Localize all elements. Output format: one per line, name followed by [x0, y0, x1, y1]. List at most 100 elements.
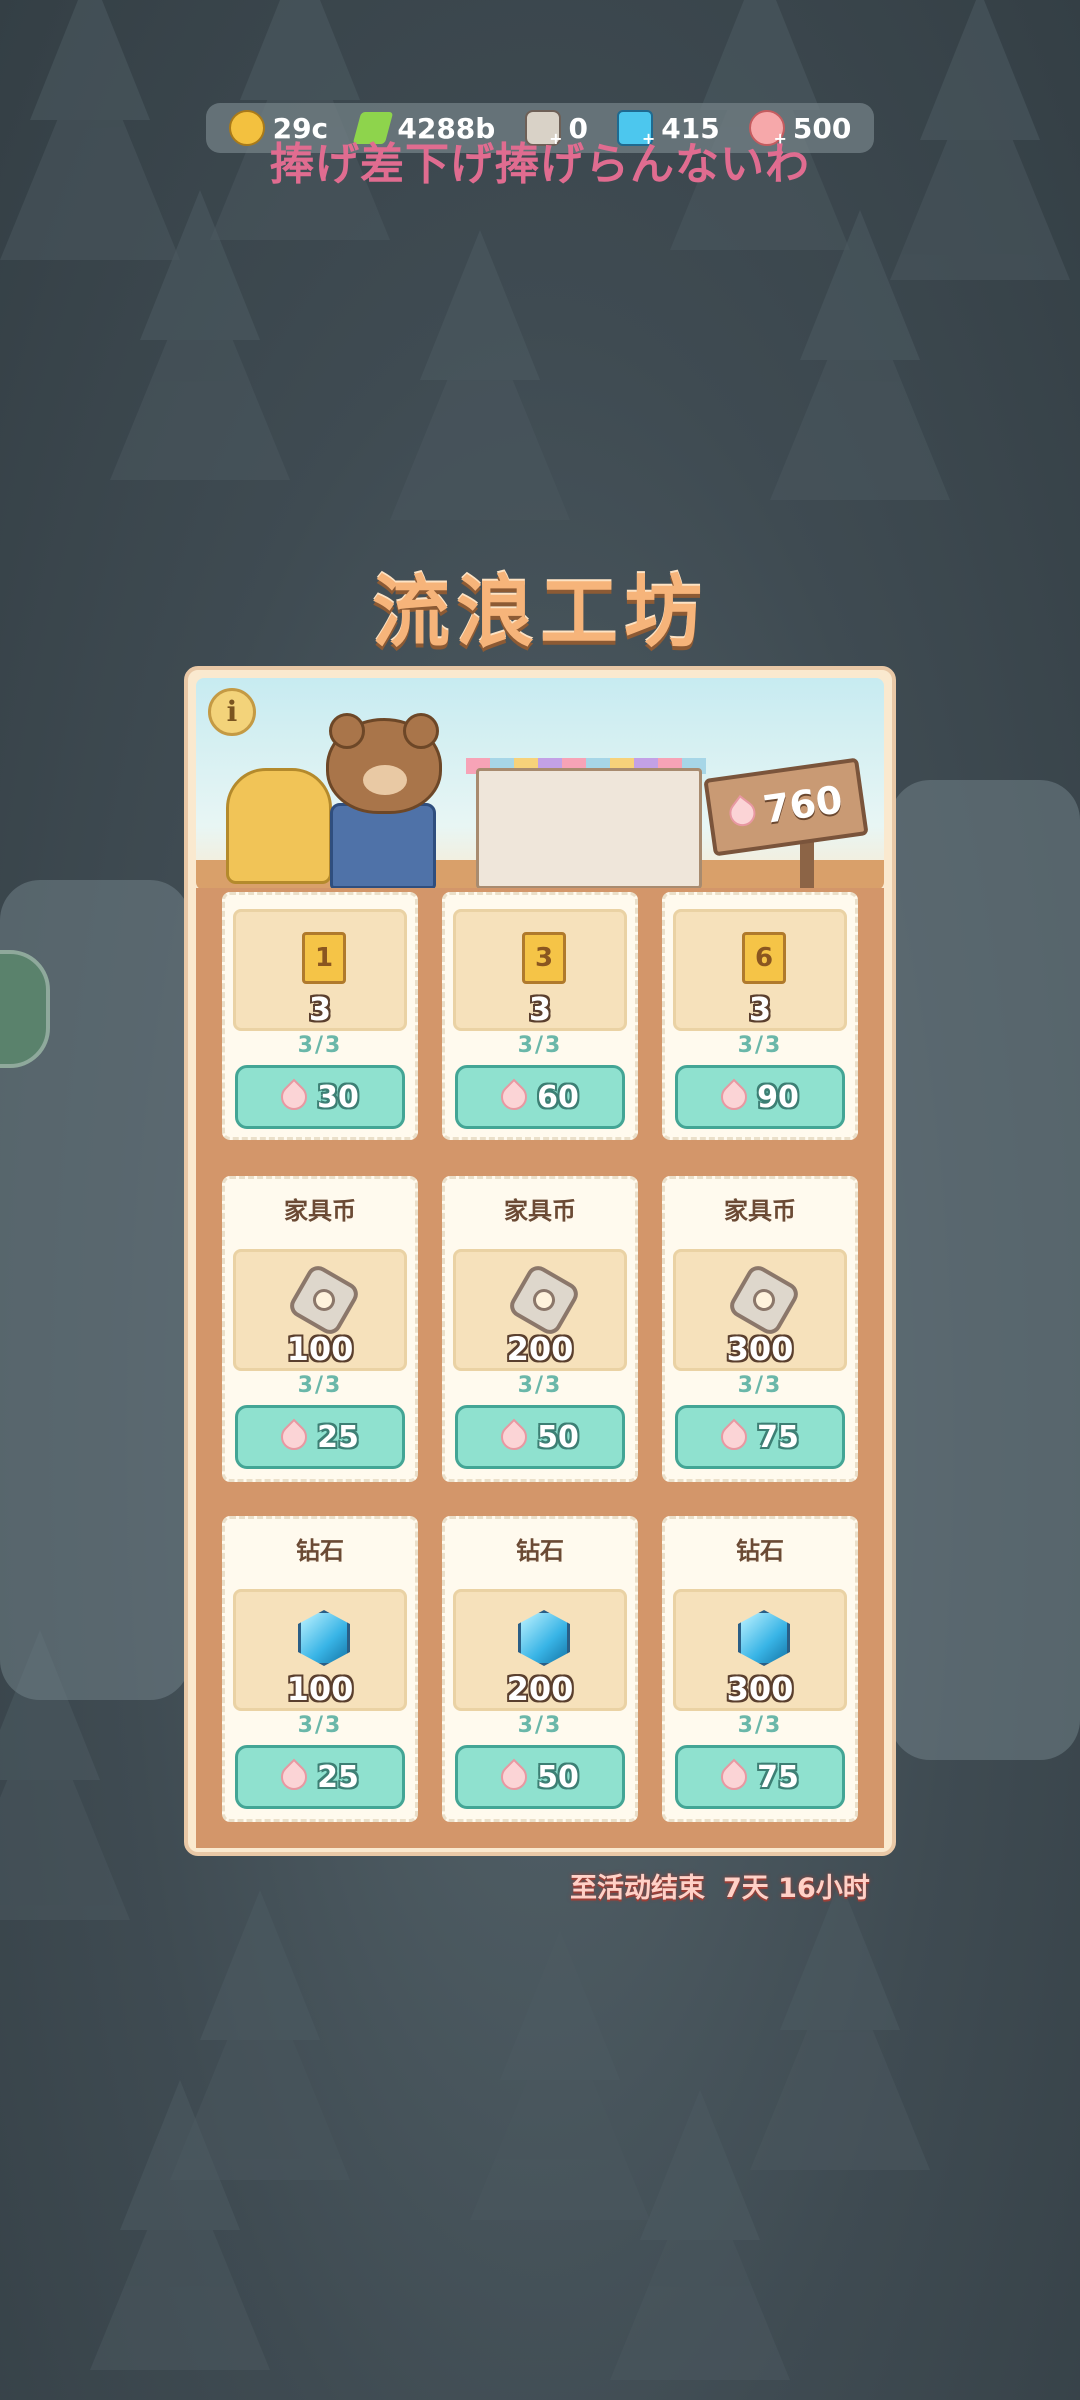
purchase-limit: 3/3 [517, 1373, 563, 1398]
overlay-caption: 捧げ差下げ捧げらんないわ [270, 139, 810, 190]
item-amount: 3 [308, 990, 332, 1028]
timer-label: 至活动结束 [570, 1873, 705, 1904]
village-right [890, 780, 1080, 1760]
buy-button[interactable]: 60 [455, 1065, 625, 1129]
item-well: 300 [673, 1589, 847, 1711]
item-name: 钻石 [296, 1537, 344, 1565]
nut-icon [285, 1261, 363, 1339]
price-label: 75 [757, 1759, 799, 1795]
purchase-limit: 3/3 [517, 1713, 563, 1738]
petal-icon [724, 794, 761, 832]
shop-card: 家具币 200 3/3 50 [442, 1176, 638, 1482]
bear-head [326, 713, 442, 814]
buy-button[interactable]: 25 [235, 1745, 405, 1809]
item-amount: 200 [506, 1330, 574, 1368]
timer-value: 7天 16小时 [723, 1873, 870, 1904]
purchase-limit: 3/3 [297, 1033, 343, 1058]
shop-grid: 1 3 3/3 30 3 3 3/3 60 6 3 3/3 90 家具币 100… [196, 888, 884, 1848]
price-label: 25 [317, 1759, 359, 1795]
item-amount: 300 [726, 1330, 794, 1368]
item-name: 家具币 [724, 1197, 796, 1225]
workshop-panel: i 760 1 3 3/3 30 3 3 3/3 60 6 3 3/3 90 家… [184, 666, 896, 1856]
petal-icon [495, 1418, 533, 1456]
info-button[interactable]: i [208, 688, 256, 736]
item-well: 200 [453, 1249, 627, 1371]
petal-icon [495, 1758, 533, 1796]
purchase-limit: 3/3 [737, 1373, 783, 1398]
shop-card: 钻石 100 3/3 25 [222, 1516, 418, 1822]
purchase-limit: 3/3 [297, 1373, 343, 1398]
buy-button[interactable]: 50 [455, 1745, 625, 1809]
ticket-icon: 1 [302, 932, 346, 984]
page-title: 流浪工坊 [371, 568, 708, 658]
diamond-icon [738, 1610, 790, 1666]
buy-button[interactable]: 90 [675, 1065, 845, 1129]
price-label: 50 [537, 1759, 579, 1795]
shop-card: 6 3 3/3 90 [662, 892, 858, 1140]
item-name: 家具币 [504, 1197, 576, 1225]
side-menu-button[interactable] [0, 950, 50, 1068]
item-amount: 100 [286, 1670, 354, 1708]
item-name: 家具币 [284, 1197, 356, 1225]
nut-icon [505, 1261, 583, 1339]
nut-icon [725, 1261, 803, 1339]
backpack-illustration [226, 768, 332, 884]
shop-card: 家具币 300 3/3 75 [662, 1176, 858, 1482]
shop-card: 钻石 300 3/3 75 [662, 1516, 858, 1822]
shop-card: 1 3 3/3 30 [222, 892, 418, 1140]
item-amount: 100 [286, 1330, 354, 1368]
item-amount: 3 [748, 990, 772, 1028]
price-label: 30 [317, 1079, 359, 1115]
petal-icon [715, 1418, 753, 1456]
bear-muzzle [363, 765, 407, 795]
price-label: 25 [317, 1419, 359, 1455]
buy-button[interactable]: 75 [675, 1405, 845, 1469]
bear-ear [329, 713, 365, 749]
shop-card: 3 3 3/3 60 [442, 892, 638, 1140]
bear-merchant-illustration [326, 713, 446, 889]
bear-apron [330, 803, 436, 889]
ticket-icon: 3 [522, 932, 566, 984]
item-amount: 3 [528, 990, 552, 1028]
petal-icon [715, 1078, 753, 1116]
price-label: 90 [757, 1079, 799, 1115]
purchase-limit: 3/3 [297, 1713, 343, 1738]
ticket-icon: 6 [742, 932, 786, 984]
item-amount: 300 [726, 1670, 794, 1708]
price-label: 50 [537, 1419, 579, 1455]
petal-icon [715, 1758, 753, 1796]
currency-amount: 760 [760, 777, 846, 832]
purchase-limit: 3/3 [517, 1033, 563, 1058]
price-label: 75 [757, 1419, 799, 1455]
tool-stall-illustration [476, 768, 702, 889]
petal-icon [275, 1418, 313, 1456]
item-amount: 200 [506, 1670, 574, 1708]
item-well: 1 3 [233, 909, 407, 1031]
price-label: 60 [537, 1079, 579, 1115]
event-timer: 至活动结束 7天 16小时 [570, 1866, 870, 1905]
petal-icon [275, 1078, 313, 1116]
item-well: 200 [453, 1589, 627, 1711]
sign-post [800, 838, 814, 890]
buy-button[interactable]: 75 [675, 1745, 845, 1809]
bear-ear [403, 713, 439, 749]
diamond-icon [518, 1610, 570, 1666]
item-well: 3 3 [453, 909, 627, 1031]
item-well: 300 [673, 1249, 847, 1371]
item-name: 钻石 [736, 1537, 784, 1565]
petal-icon [275, 1758, 313, 1796]
currency-sign: 760 [703, 757, 869, 857]
purchase-limit: 3/3 [737, 1713, 783, 1738]
shop-card: 家具币 100 3/3 25 [222, 1176, 418, 1482]
buy-button[interactable]: 25 [235, 1405, 405, 1469]
item-well: 100 [233, 1249, 407, 1371]
item-name: 钻石 [516, 1537, 564, 1565]
petal-icon [495, 1078, 533, 1116]
buy-button[interactable]: 30 [235, 1065, 405, 1129]
diamond-icon [298, 1610, 350, 1666]
workshop-banner: i 760 [196, 678, 884, 890]
buy-button[interactable]: 50 [455, 1405, 625, 1469]
item-well: 100 [233, 1589, 407, 1711]
purchase-limit: 3/3 [737, 1033, 783, 1058]
item-well: 6 3 [673, 909, 847, 1031]
